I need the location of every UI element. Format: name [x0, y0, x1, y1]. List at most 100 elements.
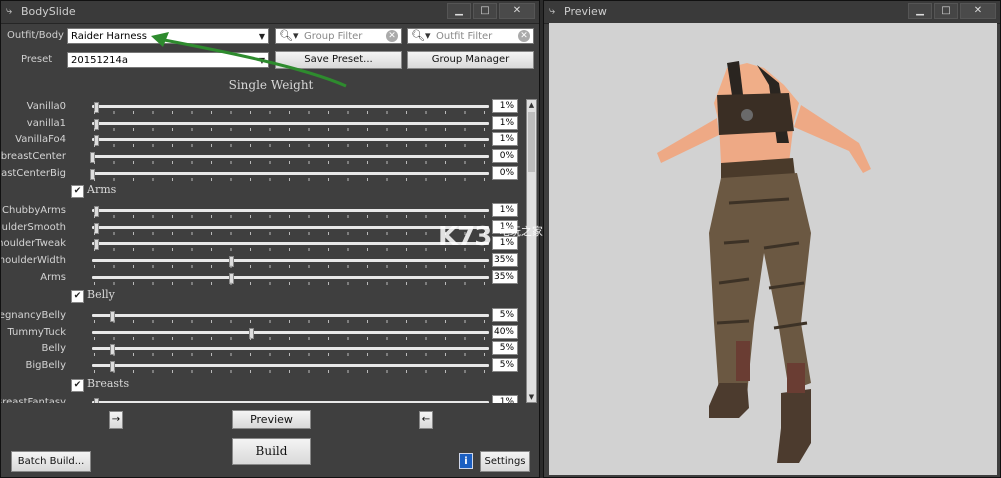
slider-row: vanilla1 1%	[1, 115, 521, 132]
arrow-right-button[interactable]: →	[109, 411, 123, 429]
slider-ticks	[94, 336, 487, 340]
slider-label: ShoulderWidth	[1, 255, 66, 266]
slider-track[interactable]	[92, 360, 489, 372]
slider-track[interactable]	[92, 118, 489, 130]
outfit-filter-input[interactable]: 🔍︎▾ Outfit Filter ✕	[407, 28, 534, 44]
slider-label: PregnancyBelly	[1, 310, 66, 321]
scroll-up-icon[interactable]: ▲	[527, 100, 536, 110]
slider-track[interactable]	[90, 152, 489, 163]
slider-label: breastCenter	[1, 151, 66, 162]
preview-title: Preview	[564, 5, 607, 18]
slider-label: ChubbyArms	[2, 205, 66, 216]
left-arm	[657, 118, 719, 163]
slider-label: ShoulderTweak	[1, 238, 66, 249]
minimize-button[interactable]: ▁	[447, 3, 471, 19]
info-icon[interactable]: i	[459, 453, 473, 469]
group-name: Belly	[87, 288, 115, 301]
settings-button[interactable]: Settings	[480, 451, 530, 472]
slider-row: breastCenter 0%	[1, 149, 521, 165]
slider-ticks	[94, 353, 487, 356]
slider-value-field[interactable]: 0%	[492, 165, 518, 180]
harness-top	[717, 93, 794, 135]
slider-track[interactable]	[92, 206, 489, 217]
harness-ring	[741, 109, 753, 121]
build-button[interactable]: Build	[232, 438, 311, 465]
arrow-left-button[interactable]: ←	[419, 411, 433, 429]
slider-row: breastCenterBig 0%	[1, 165, 521, 182]
watermark-logo: K73	[438, 222, 492, 252]
slider-track[interactable]	[92, 102, 489, 113]
search-icon: 🔍︎▾	[411, 29, 431, 42]
character-model	[657, 61, 871, 463]
group-manager-button[interactable]: Group Manager	[407, 51, 534, 69]
slider-track[interactable]	[92, 256, 489, 267]
maximize-button[interactable]: □	[473, 3, 497, 19]
maximize-button[interactable]: □	[934, 3, 958, 19]
preview-button[interactable]: Preview	[232, 410, 311, 429]
window-title: BodySlide	[21, 5, 76, 18]
group-name: Arms	[87, 183, 117, 196]
slider-ticks	[94, 281, 487, 285]
slider-value-field[interactable]: 5%	[492, 308, 518, 322]
close-button[interactable]: ✕	[499, 3, 535, 19]
preset-label: Preset	[21, 54, 53, 65]
slider-value-field[interactable]: 1%	[492, 99, 518, 113]
slider-label: ShoulderSmooth	[1, 221, 66, 233]
preview-window: ⤷ Preview ▁ □ ✕	[543, 0, 1001, 478]
group-checkbox[interactable]: ✔	[71, 290, 84, 303]
slider-track[interactable]	[92, 398, 489, 403]
slider-ticks	[94, 144, 487, 147]
app-icon: ⤷	[6, 4, 13, 17]
slider-ticks	[94, 161, 487, 164]
slider-label: BreastFantasy	[1, 397, 66, 403]
slider-thumb[interactable]	[93, 398, 99, 403]
slider-value-field[interactable]: 5%	[492, 357, 518, 372]
slider-label: breastCenterBig	[1, 167, 66, 179]
slider-track[interactable]	[92, 327, 489, 339]
bodyslide-titlebar[interactable]: ⤷ BodySlide ▁ □ ✕	[1, 1, 539, 24]
slider-row: ChubbyArms 1%	[1, 203, 521, 219]
annotation-arrow	[151, 32, 347, 88]
slider-track[interactable]	[92, 135, 489, 146]
slider-track[interactable]	[90, 168, 489, 180]
slider-track[interactable]	[92, 344, 489, 355]
slider-label: VanillaFo4	[15, 134, 66, 145]
slider-row: ShoulderWidth 35%	[1, 253, 521, 269]
slider-value-field[interactable]: 35%	[492, 269, 518, 284]
slider-value-field[interactable]: 0%	[492, 149, 518, 163]
minimize-button[interactable]: ▁	[908, 3, 932, 19]
slider-value-field[interactable]: 1%	[492, 115, 518, 130]
watermark: K73 电玩之家	[438, 222, 543, 252]
app-icon: ⤷	[549, 4, 556, 17]
slider-value-field[interactable]: 1%	[492, 132, 518, 146]
slider-label: Vanilla0	[26, 101, 66, 112]
preview-titlebar[interactable]: ⤷ Preview ▁ □ ✕	[544, 1, 1000, 24]
slider-track[interactable]	[92, 272, 489, 284]
slider-track[interactable]	[92, 239, 489, 250]
slider-value-field[interactable]: 40%	[492, 324, 518, 339]
slider-value-field[interactable]: 1%	[492, 395, 518, 403]
preview-viewport[interactable]	[549, 23, 997, 475]
slider-row: VanillaFo4 1%	[1, 132, 521, 148]
shin-guard	[736, 341, 750, 381]
batch-build-button[interactable]: Batch Build...	[11, 451, 91, 472]
slider-value-field[interactable]: 35%	[492, 253, 518, 267]
slider-track[interactable]	[92, 311, 489, 322]
watermark-text: 电玩之家	[498, 225, 543, 238]
clear-icon[interactable]: ✕	[518, 30, 530, 42]
clear-icon[interactable]: ✕	[386, 30, 398, 42]
slider-value-field[interactable]: 1%	[492, 203, 518, 217]
outfit-value: Raider Harness	[71, 31, 147, 42]
slider-row: Arms 35%	[1, 269, 521, 286]
slider-ticks	[94, 265, 487, 268]
right-boot	[777, 389, 811, 463]
scroll-thumb[interactable]	[528, 112, 535, 172]
close-button[interactable]: ✕	[960, 3, 996, 19]
group-checkbox[interactable]: ✔	[71, 379, 84, 392]
slider-row: Vanilla0 1%	[1, 99, 521, 115]
slider-value-field[interactable]: 5%	[492, 341, 518, 355]
slider-ticks	[94, 111, 487, 114]
group-checkbox[interactable]: ✔	[71, 185, 84, 198]
scroll-down-icon[interactable]: ▼	[527, 392, 536, 402]
slider-track[interactable]	[92, 222, 489, 234]
